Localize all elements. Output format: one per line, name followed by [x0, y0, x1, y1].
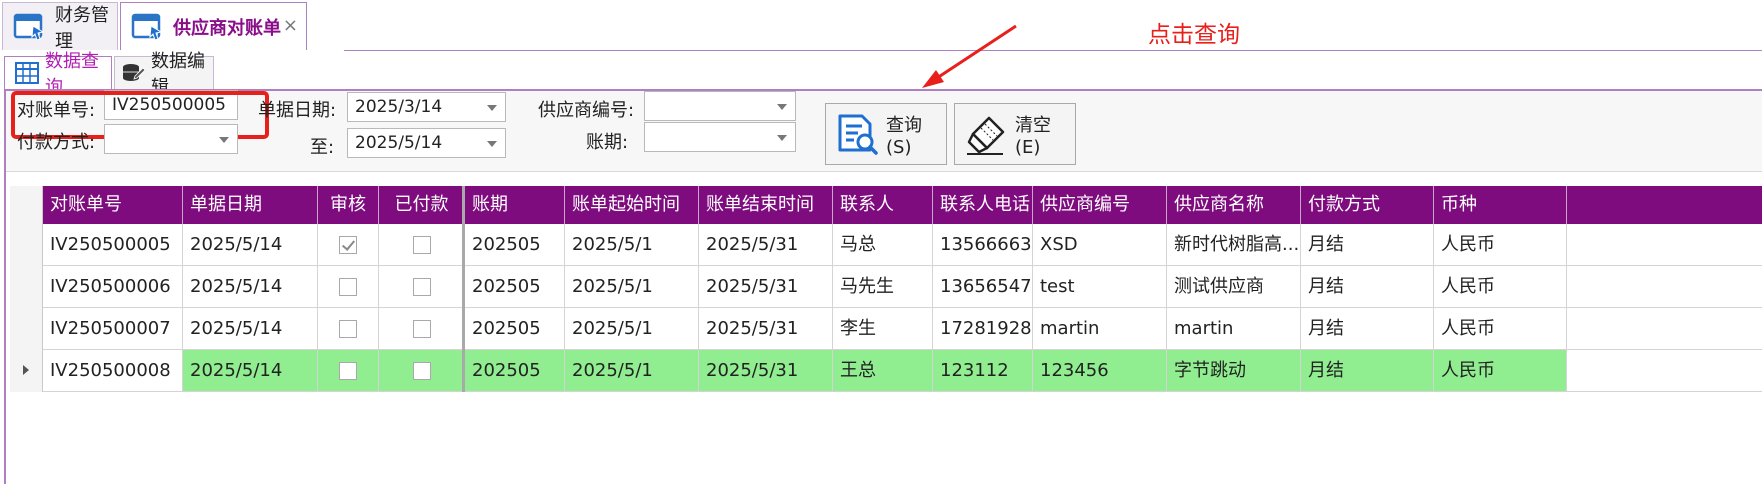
cell-period[interactable]: 202505: [465, 224, 565, 265]
cell-currency[interactable]: 人民币: [1434, 350, 1567, 391]
col-header-supplier-name[interactable]: 供应商名称: [1167, 186, 1301, 224]
paid-checkbox[interactable]: [412, 362, 431, 380]
row-indicator[interactable]: [10, 266, 43, 308]
row-indicator[interactable]: [10, 350, 43, 392]
cell-currency[interactable]: 人民币: [1434, 266, 1567, 307]
cell-doc-date[interactable]: 2025/5/14: [183, 266, 318, 307]
col-header-paid[interactable]: 已付款: [379, 186, 465, 224]
paid-checkbox[interactable]: [412, 278, 431, 296]
cell-contact-phone[interactable]: 17281928...: [933, 308, 1033, 349]
col-header-doc-date[interactable]: 单据日期: [183, 186, 318, 224]
col-header-audited[interactable]: 审核: [318, 186, 379, 224]
cell-paid[interactable]: [379, 224, 465, 265]
audited-checkbox[interactable]: [339, 278, 357, 296]
cell-contact[interactable]: 马总: [833, 224, 933, 265]
cell-end-time[interactable]: 2025/5/31: [699, 224, 833, 265]
cell-end-time[interactable]: 2025/5/31: [699, 308, 833, 349]
cell-contact[interactable]: 王总: [833, 350, 933, 391]
frozen-column-divider: [462, 186, 465, 392]
cell-supplier-no[interactable]: test: [1033, 266, 1167, 307]
table-row-selected[interactable]: IV250500008 2025/5/14 202505 2025/5/1 20…: [10, 350, 1762, 392]
table-row[interactable]: IV250500006 2025/5/14 202505 2025/5/1 20…: [10, 266, 1762, 308]
cell-paid[interactable]: [379, 308, 465, 349]
paid-checkbox[interactable]: [412, 320, 431, 338]
cell-payment-method[interactable]: 月结: [1301, 266, 1434, 307]
col-header-contact-phone[interactable]: 联系人电话: [933, 186, 1033, 224]
cell-supplier-name[interactable]: 测试供应商: [1167, 266, 1301, 307]
cell-doc-date[interactable]: 2025/5/14: [183, 308, 318, 349]
cell-period[interactable]: 202505: [465, 350, 565, 391]
cell-supplier-name[interactable]: 字节跳动: [1167, 350, 1301, 391]
cell-doc-date[interactable]: 2025/5/14: [183, 224, 318, 265]
col-header-payment-method[interactable]: 付款方式: [1301, 186, 1434, 224]
cell-supplier-name[interactable]: martin: [1167, 308, 1301, 349]
row-indicator[interactable]: [10, 308, 43, 350]
cell-end-time[interactable]: 2025/5/31: [699, 350, 833, 391]
col-header-statement-no[interactable]: 对账单号: [43, 186, 183, 224]
cell-start-time[interactable]: 2025/5/1: [565, 266, 699, 307]
col-header-currency[interactable]: 币种: [1434, 186, 1567, 224]
paid-checkbox[interactable]: [412, 236, 431, 254]
col-header-supplier-no[interactable]: 供应商编号: [1033, 186, 1167, 224]
cell-statement-no[interactable]: IV250500005: [43, 224, 183, 265]
col-header-end-time[interactable]: 账单结束时间: [699, 186, 833, 224]
cell-audited[interactable]: [318, 266, 379, 307]
cell-statement-no[interactable]: IV250500006: [43, 266, 183, 307]
col-header-period[interactable]: 账期: [465, 186, 565, 224]
cell-audited[interactable]: [318, 224, 379, 265]
grid-header: 对账单号 单据日期 审核 已付款 账期 账单起始时间 账单结束时间 联系人 联系…: [10, 186, 1762, 224]
cell-period[interactable]: 202505: [465, 308, 565, 349]
annotation-text: 点击查询: [1148, 22, 1240, 48]
cell-contact[interactable]: 马先生: [833, 266, 933, 307]
row-indicator[interactable]: [10, 224, 43, 266]
cell-supplier-name[interactable]: 新时代树脂高...: [1167, 224, 1301, 265]
cell-start-time[interactable]: 2025/5/1: [565, 224, 699, 265]
cell-paid[interactable]: [379, 266, 465, 307]
current-row-icon: [23, 365, 29, 375]
cell-statement-no[interactable]: IV250500008: [43, 350, 183, 391]
table-row[interactable]: IV250500005 2025/5/14 202505 2025/5/1 20…: [10, 224, 1762, 266]
cell-statement-no[interactable]: IV250500007: [43, 308, 183, 349]
audited-checkbox[interactable]: [339, 362, 357, 380]
cell-payment-method[interactable]: 月结: [1301, 350, 1434, 391]
cell-supplier-no[interactable]: XSD: [1033, 224, 1167, 265]
cell-contact[interactable]: 李生: [833, 308, 933, 349]
cell-doc-date[interactable]: 2025/5/14: [183, 350, 318, 391]
cell-contact-phone[interactable]: 123112: [933, 350, 1033, 391]
col-header-start-time[interactable]: 账单起始时间: [565, 186, 699, 224]
cell-end-time[interactable]: 2025/5/31: [699, 266, 833, 307]
grid-corner: [10, 186, 43, 224]
cell-payment-method[interactable]: 月结: [1301, 224, 1434, 265]
audited-checkbox[interactable]: [339, 320, 357, 338]
cell-currency[interactable]: 人民币: [1434, 308, 1567, 349]
cell-paid[interactable]: [379, 350, 465, 391]
cell-start-time[interactable]: 2025/5/1: [565, 350, 699, 391]
cell-supplier-no[interactable]: martin: [1033, 308, 1167, 349]
cell-audited[interactable]: [318, 350, 379, 391]
cell-payment-method[interactable]: 月结: [1301, 308, 1434, 349]
cell-start-time[interactable]: 2025/5/1: [565, 308, 699, 349]
cell-audited[interactable]: [318, 308, 379, 349]
cell-currency[interactable]: 人民币: [1434, 224, 1567, 265]
audited-checkbox[interactable]: [339, 236, 357, 254]
table-row[interactable]: IV250500007 2025/5/14 202505 2025/5/1 20…: [10, 308, 1762, 350]
cell-contact-phone[interactable]: 13656547...: [933, 266, 1033, 307]
col-header-contact[interactable]: 联系人: [833, 186, 933, 224]
cell-supplier-no[interactable]: 123456: [1033, 350, 1167, 391]
cell-period[interactable]: 202505: [465, 266, 565, 307]
cell-contact-phone[interactable]: 13566663...: [933, 224, 1033, 265]
